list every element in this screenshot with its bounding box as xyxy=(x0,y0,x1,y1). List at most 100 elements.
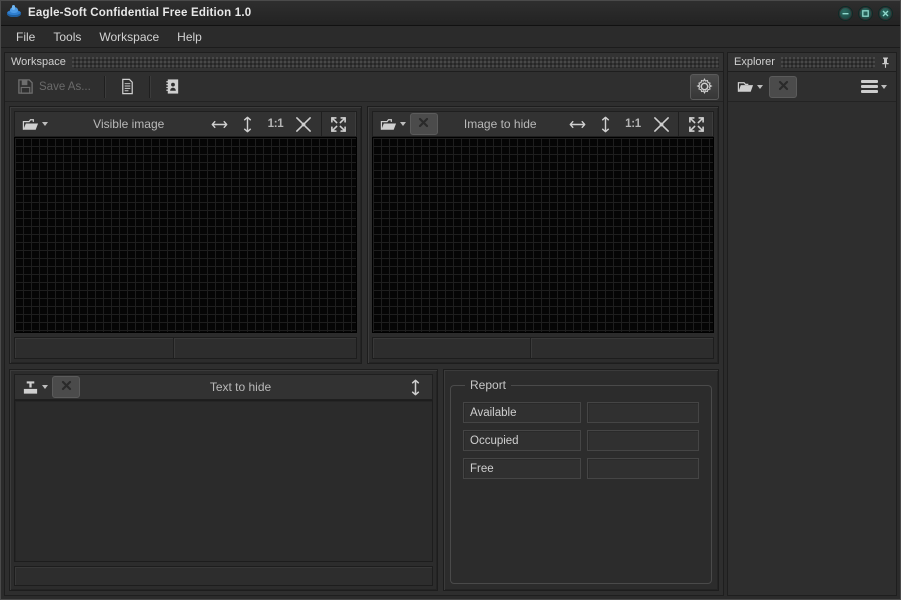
report-value-free xyxy=(587,458,699,479)
explorer-drag-grip[interactable] xyxy=(781,57,875,68)
arrows-expand-icon xyxy=(688,116,705,133)
chevron-down-icon xyxy=(42,385,48,389)
hamburger-menu-icon xyxy=(861,80,878,93)
visible-image-statusbar xyxy=(14,337,357,359)
text-to-hide-clear-button[interactable] xyxy=(52,376,80,398)
image-to-hide-fullscreen-button[interactable] xyxy=(682,113,710,135)
visible-image-canvas[interactable] xyxy=(14,137,357,333)
folder-open-icon xyxy=(22,116,39,133)
image-to-hide-statusbar xyxy=(372,337,715,359)
image-to-hide-pane: Image to hide xyxy=(367,106,720,364)
visible-image-status-left xyxy=(15,338,174,358)
menu-item-help[interactable]: Help xyxy=(168,28,211,46)
visible-image-fit-width-button[interactable] xyxy=(206,113,234,135)
close-icon[interactable] xyxy=(878,6,893,21)
explorer-dock-header[interactable]: Explorer xyxy=(727,52,897,71)
visible-image-pane: Visible image xyxy=(9,106,362,364)
report-groupbox: Report Available Occupied xyxy=(450,378,712,584)
app-logo-icon xyxy=(6,5,22,21)
visible-image-fit-button[interactable] xyxy=(290,113,318,135)
report-row-available: Available xyxy=(463,402,699,423)
report-value-available xyxy=(587,402,699,423)
explorer-open-button[interactable] xyxy=(733,76,767,98)
chevron-down-icon xyxy=(881,85,887,89)
explorer-toolbar xyxy=(728,72,896,102)
image-to-hide-actual-size-button[interactable]: 1:1 xyxy=(619,113,647,135)
main-body: Workspace Save As... xyxy=(1,48,900,599)
visible-image-fit-height-button[interactable] xyxy=(234,113,262,135)
address-book-icon xyxy=(164,78,181,95)
menu-bar: File Tools Workspace Help xyxy=(1,26,900,48)
arrows-horizontal-icon xyxy=(211,116,228,133)
window-title: Eagle-Soft Confidential Free Edition 1.0 xyxy=(28,7,251,19)
image-to-hide-title: Image to hide xyxy=(441,117,561,131)
visible-image-open-button[interactable] xyxy=(18,113,52,135)
workspace-dock-header[interactable]: Workspace xyxy=(4,52,724,71)
workspace-content: Visible image xyxy=(5,102,723,595)
close-x-icon xyxy=(778,78,789,96)
text-to-hide-input[interactable] xyxy=(14,400,433,562)
image-to-hide-fit-height-button[interactable] xyxy=(591,113,619,135)
report-row-free: Free xyxy=(463,458,699,479)
image-to-hide-clear-button[interactable] xyxy=(410,113,438,135)
image-to-hide-canvas[interactable] xyxy=(372,137,715,333)
chevron-down-icon xyxy=(400,122,406,126)
image-to-hide-toolbar: Image to hide xyxy=(372,111,715,137)
image-to-hide-status-left xyxy=(373,338,532,358)
menu-item-file[interactable]: File xyxy=(7,28,44,46)
visible-image-actual-size-button[interactable]: 1:1 xyxy=(262,113,290,135)
report-label-available: Available xyxy=(463,402,581,423)
visible-image-status-right xyxy=(174,338,356,358)
arrows-inward-icon xyxy=(295,116,312,133)
window-controls xyxy=(838,6,896,21)
arrows-expand-icon xyxy=(330,116,347,133)
text-to-hide-statusbar xyxy=(14,566,433,586)
workspace-drag-grip[interactable] xyxy=(72,57,719,68)
maximize-icon[interactable] xyxy=(858,6,873,21)
toolbar-separator xyxy=(104,76,106,98)
text-to-hide-load-button[interactable] xyxy=(18,376,52,398)
workspace-dock: Workspace Save As... xyxy=(4,52,724,596)
arrows-horizontal-icon xyxy=(569,116,586,133)
folder-open-icon xyxy=(737,78,754,95)
menu-item-tools[interactable]: Tools xyxy=(44,28,90,46)
save-as-label: Save As... xyxy=(39,81,91,93)
report-pane: Report Available Occupied xyxy=(443,369,719,591)
text-to-hide-toolbar: Text to hide xyxy=(14,374,433,400)
arrows-inward-icon xyxy=(653,116,670,133)
workspace-dock-title: Workspace xyxy=(11,56,66,68)
document-icon xyxy=(119,78,136,95)
close-x-icon xyxy=(61,378,72,396)
image-to-hide-fit-button[interactable] xyxy=(647,113,675,135)
load-text-icon xyxy=(22,379,39,396)
arrows-vertical-icon xyxy=(597,116,614,133)
one-to-one-icon: 1:1 xyxy=(268,118,284,130)
text-to-hide-resize-button[interactable] xyxy=(401,376,429,398)
arrows-vertical-icon xyxy=(239,116,256,133)
explorer-close-button[interactable] xyxy=(769,76,797,98)
settings-button[interactable] xyxy=(690,74,719,100)
explorer-list[interactable] xyxy=(728,102,896,595)
explorer-dock: Explorer xyxy=(727,52,897,596)
document-button[interactable] xyxy=(111,74,144,100)
text-to-hide-pane: Text to hide xyxy=(9,369,438,591)
title-bar: Eagle-Soft Confidential Free Edition 1.0 xyxy=(1,1,900,26)
pin-icon[interactable] xyxy=(879,56,892,69)
image-to-hide-fit-width-button[interactable] xyxy=(563,113,591,135)
visible-image-fullscreen-button[interactable] xyxy=(325,113,353,135)
menu-item-workspace[interactable]: Workspace xyxy=(90,28,168,46)
explorer-menu-button[interactable] xyxy=(857,76,891,98)
address-book-button[interactable] xyxy=(156,74,189,100)
minimize-icon[interactable] xyxy=(838,6,853,21)
report-label-occupied: Occupied xyxy=(463,430,581,451)
report-label-free: Free xyxy=(463,458,581,479)
arrows-vertical-icon xyxy=(407,379,424,396)
workspace-dock-body: Save As... xyxy=(4,71,724,596)
visible-image-title: Visible image xyxy=(55,117,203,131)
explorer-dock-title: Explorer xyxy=(734,56,775,68)
explorer-dock-body xyxy=(727,71,897,596)
image-to-hide-open-button[interactable] xyxy=(376,113,410,135)
text-to-hide-title: Text to hide xyxy=(83,380,398,394)
report-legend: Report xyxy=(465,378,511,392)
save-as-button[interactable]: Save As... xyxy=(9,74,99,100)
